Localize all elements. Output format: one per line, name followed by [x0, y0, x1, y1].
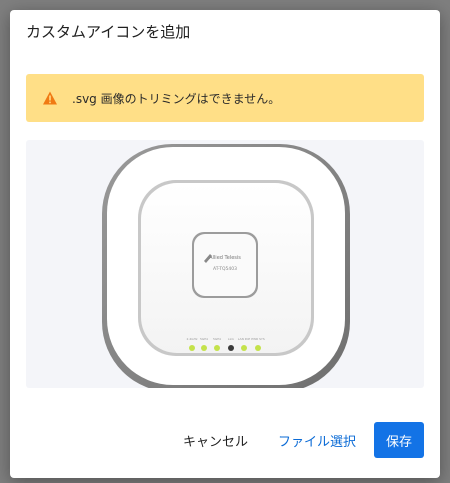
- add-custom-icon-dialog: カスタムアイコンを追加 .svg 画像のトリミングはできません。 Allied …: [10, 10, 440, 478]
- cancel-button[interactable]: キャンセル: [171, 422, 260, 458]
- device-model-text: AT-TQ5403: [213, 266, 237, 272]
- led-label: 5GHz: [200, 337, 208, 341]
- led-label: 2.4GHz: [187, 337, 198, 341]
- save-button[interactable]: 保存: [374, 422, 424, 458]
- image-preview: Allied Telesis AT-TQ5403 2.4GHz 5GHz 5GH…: [26, 140, 424, 388]
- warning-text: .svg 画像のトリミングはできません。: [72, 91, 281, 106]
- led-label: PWR SYS: [251, 337, 265, 341]
- led-label: Link: [228, 337, 234, 341]
- device-brand-text: Allied Telesis: [209, 255, 241, 261]
- dialog-title: カスタムアイコンを追加: [26, 23, 191, 41]
- dialog-actions: キャンセル ファイル選択 保存: [171, 422, 424, 458]
- warning-triangle-icon: [42, 90, 58, 106]
- led-label: LAN PoE: [238, 337, 251, 341]
- access-point-image: Allied Telesis AT-TQ5403 2.4GHz 5GHz 5GH…: [102, 144, 350, 388]
- file-select-button[interactable]: ファイル選択: [268, 422, 366, 458]
- led-label: 5GHz: [213, 337, 221, 341]
- warning-banner: .svg 画像のトリミングはできません。: [26, 74, 424, 122]
